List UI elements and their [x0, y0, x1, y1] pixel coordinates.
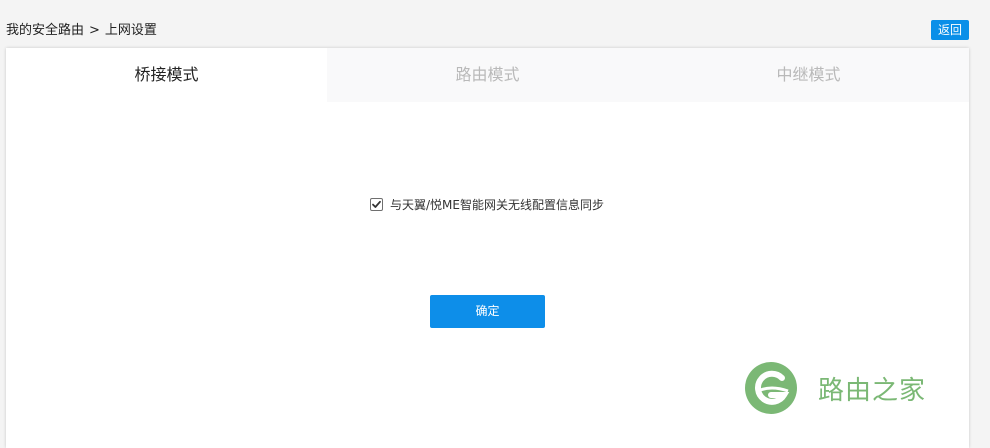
- mode-tabs: 桥接模式 路由模式 中继模式: [6, 48, 969, 102]
- breadcrumb: 我的安全路由 > 上网设置: [6, 19, 157, 38]
- tab-router-mode[interactable]: 路由模式: [327, 48, 648, 102]
- tab-bridge-mode[interactable]: 桥接模式: [6, 48, 327, 102]
- back-button[interactable]: 返回: [931, 20, 969, 40]
- breadcrumb-root[interactable]: 我的安全路由: [6, 23, 84, 38]
- breadcrumb-separator: >: [89, 23, 100, 38]
- breadcrumb-current: 上网设置: [104, 23, 157, 38]
- tab-repeater-mode[interactable]: 中继模式: [648, 48, 969, 102]
- router-home-logo-icon: [745, 362, 797, 414]
- confirm-button[interactable]: 确定: [430, 295, 545, 328]
- watermark: 路由之家: [744, 361, 926, 415]
- sync-option: 与天翼/悦ME智能网关无线配置信息同步: [370, 196, 604, 213]
- watermark-text: 路由之家: [818, 375, 927, 406]
- sync-label: 与天翼/悦ME智能网关无线配置信息同步: [390, 198, 604, 212]
- checkmark-icon: [372, 200, 381, 208]
- sync-checkbox[interactable]: [370, 198, 383, 211]
